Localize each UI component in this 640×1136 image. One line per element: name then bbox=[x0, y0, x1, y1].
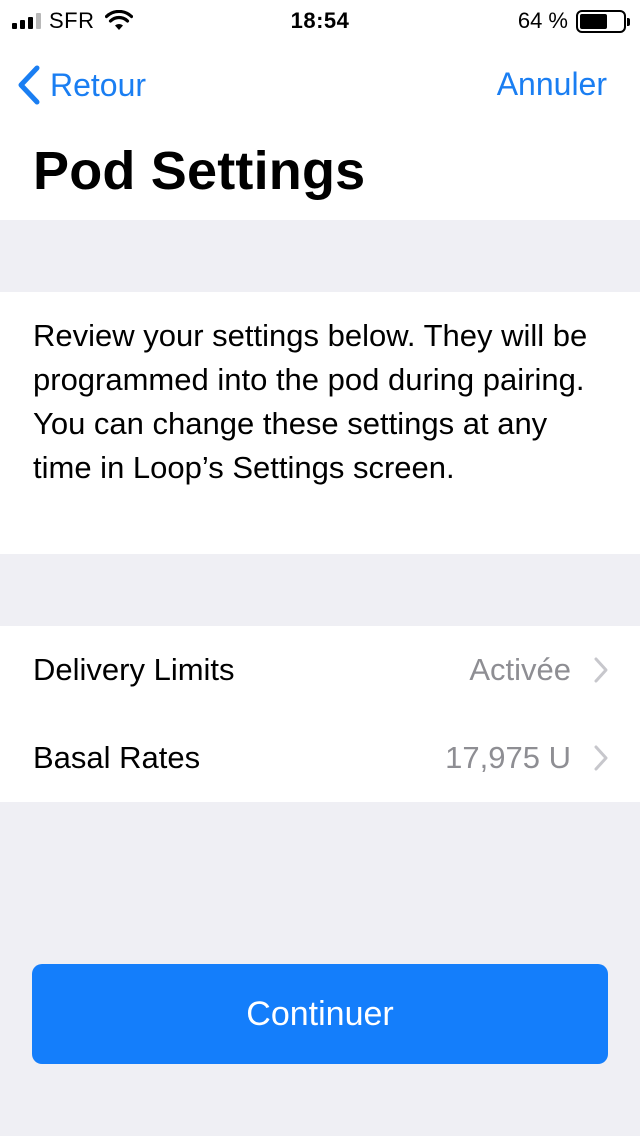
chevron-right-icon bbox=[594, 745, 608, 771]
status-right: 64 % bbox=[517, 8, 630, 34]
settings-row-label: Basal Rates bbox=[33, 740, 201, 775]
status-bar: SFR 18:54 64 % bbox=[0, 0, 640, 40]
settings-row-value: Activée bbox=[469, 652, 571, 687]
battery-icon bbox=[576, 9, 630, 33]
back-button-label: Retour bbox=[50, 66, 147, 103]
battery-fill bbox=[580, 13, 607, 29]
settings-row-delivery-limits[interactable]: Delivery Limits Activée bbox=[0, 626, 640, 714]
back-button[interactable]: Retour bbox=[16, 64, 146, 106]
settings-row-basal-rates[interactable]: Basal Rates 17,975 U bbox=[0, 714, 640, 802]
continue-button[interactable]: Continuer bbox=[32, 964, 608, 1064]
screen: SFR 18:54 64 % Retour Annuler Pod Settin… bbox=[0, 0, 640, 1136]
battery-percentage: 64 % bbox=[517, 8, 568, 33]
page-title: Pod Settings bbox=[33, 141, 366, 201]
cancel-button[interactable]: Annuler bbox=[497, 66, 607, 103]
settings-row-label: Delivery Limits bbox=[33, 652, 235, 687]
settings-list: Delivery Limits Activée Basal Rates 17,9… bbox=[0, 626, 640, 802]
description-card: Review your settings below. They will be… bbox=[0, 292, 640, 554]
navigation-bar: Retour Annuler Pod Settings bbox=[0, 40, 640, 220]
settings-row-value: 17,975 U bbox=[445, 740, 571, 775]
description-text: Review your settings below. They will be… bbox=[33, 318, 588, 485]
chevron-left-icon bbox=[18, 65, 40, 105]
chevron-right-icon bbox=[594, 657, 608, 683]
